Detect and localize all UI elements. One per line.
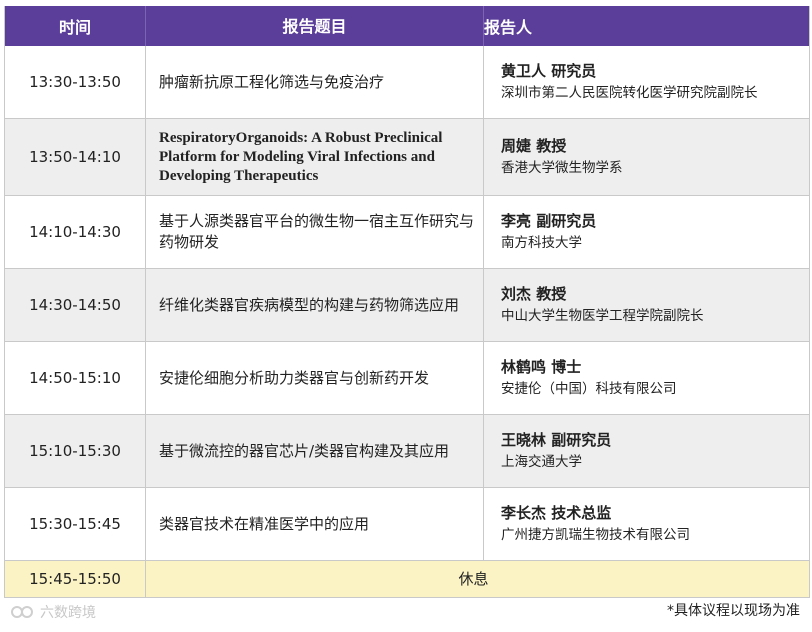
speaker-affiliation: 上海交通大学 bbox=[501, 454, 582, 470]
speaker-affiliation: 南方科技大学 bbox=[501, 235, 582, 251]
topic-cell: 纤维化类器官疾病模型的构建与药物筛选应用 bbox=[145, 269, 483, 341]
header-time: 时间 bbox=[58, 18, 91, 37]
speaker-cell: 周婕 教授 香港大学微生物学系 bbox=[483, 119, 809, 195]
agenda-note: *具体议程以现场为准 bbox=[667, 603, 800, 619]
speaker-affiliation: 香港大学微生物学系 bbox=[501, 160, 623, 176]
break-row: 15:45-15:50 休息 bbox=[5, 561, 809, 598]
topic-cell: 基于人源类器官平台的微生物一宿主互作研究与药物研发 bbox=[145, 196, 483, 268]
header-topic: 报告题目 bbox=[145, 6, 483, 46]
speaker-name: 林鹤鸣 博士 bbox=[501, 358, 582, 376]
time-cell: 15:10-15:30 bbox=[29, 442, 121, 460]
speaker-cell: 李长杰 技术总监 广州捷方凯瑞生物技术有限公司 bbox=[483, 488, 809, 560]
table-header: 时间 报告题目 报告人 bbox=[5, 6, 809, 46]
speaker-affiliation: 广州捷方凯瑞生物技术有限公司 bbox=[501, 527, 690, 543]
speaker-name: 黄卫人 研究员 bbox=[501, 62, 597, 80]
speaker-name: 李亮 副研究员 bbox=[501, 212, 597, 230]
table-row: 15:10-15:30 基于微流控的器官芯片/类器官构建及其应用 王晓林 副研究… bbox=[5, 415, 809, 488]
time-cell: 14:10-14:30 bbox=[29, 223, 121, 241]
break-time: 15:45-15:50 bbox=[29, 570, 121, 588]
speaker-name: 王晓林 副研究员 bbox=[501, 431, 612, 449]
topic-cell: 类器官技术在精准医学中的应用 bbox=[145, 488, 483, 560]
speaker-affiliation: 安捷伦（中国）科技有限公司 bbox=[501, 381, 677, 397]
topic-cell: RespiratoryOrganoids: A Robust Preclinic… bbox=[145, 119, 483, 195]
speaker-cell: 王晓林 副研究员 上海交通大学 bbox=[483, 415, 809, 487]
topic-cell: 肿瘤新抗原工程化筛选与免疫治疗 bbox=[145, 46, 483, 118]
logo-icon bbox=[10, 604, 36, 620]
speaker-cell: 刘杰 教授 中山大学生物医学工程学院副院长 bbox=[483, 269, 809, 341]
time-cell: 13:50-14:10 bbox=[29, 148, 121, 166]
table-row: 14:10-14:30 基于人源类器官平台的微生物一宿主互作研究与药物研发 李亮… bbox=[5, 196, 809, 269]
time-cell: 15:30-15:45 bbox=[29, 515, 121, 533]
time-cell: 13:30-13:50 bbox=[29, 73, 121, 91]
speaker-affiliation: 深圳市第二人民医院转化医学研究院副院长 bbox=[501, 85, 758, 101]
table-row: 15:30-15:45 类器官技术在精准医学中的应用 李长杰 技术总监 广州捷方… bbox=[5, 488, 809, 561]
time-cell: 14:30-14:50 bbox=[29, 296, 121, 314]
table-row: 13:30-13:50 肿瘤新抗原工程化筛选与免疫治疗 黄卫人 研究员 深圳市第… bbox=[5, 46, 809, 119]
speaker-name: 周婕 教授 bbox=[501, 137, 567, 155]
table-row: 14:30-14:50 纤维化类器官疾病模型的构建与药物筛选应用 刘杰 教授 中… bbox=[5, 269, 809, 342]
speaker-cell: 李亮 副研究员 南方科技大学 bbox=[483, 196, 809, 268]
header-speaker: 报告人 bbox=[483, 6, 809, 46]
agenda-table: 时间 报告题目 报告人 13:30-13:50 肿瘤新抗原工程化筛选与免疫治疗 … bbox=[4, 6, 810, 598]
topic-cell: 基于微流控的器官芯片/类器官构建及其应用 bbox=[145, 415, 483, 487]
break-label: 休息 bbox=[145, 561, 809, 597]
speaker-cell: 黄卫人 研究员 深圳市第二人民医院转化医学研究院副院长 bbox=[483, 46, 809, 118]
table-row: 14:50-15:10 安捷伦细胞分析助力类器官与创新药开发 林鹤鸣 博士 安捷… bbox=[5, 342, 809, 415]
table-row: 13:50-14:10 RespiratoryOrganoids: A Robu… bbox=[5, 119, 809, 196]
watermark-text: 六数跨境 bbox=[40, 605, 96, 621]
time-cell: 14:50-15:10 bbox=[29, 369, 121, 387]
watermark: 六数跨境 bbox=[10, 602, 96, 622]
topic-cell: 安捷伦细胞分析助力类器官与创新药开发 bbox=[145, 342, 483, 414]
speaker-name: 李长杰 技术总监 bbox=[501, 504, 612, 522]
speaker-name: 刘杰 教授 bbox=[501, 285, 567, 303]
speaker-cell: 林鹤鸣 博士 安捷伦（中国）科技有限公司 bbox=[483, 342, 809, 414]
speaker-affiliation: 中山大学生物医学工程学院副院长 bbox=[501, 308, 704, 324]
